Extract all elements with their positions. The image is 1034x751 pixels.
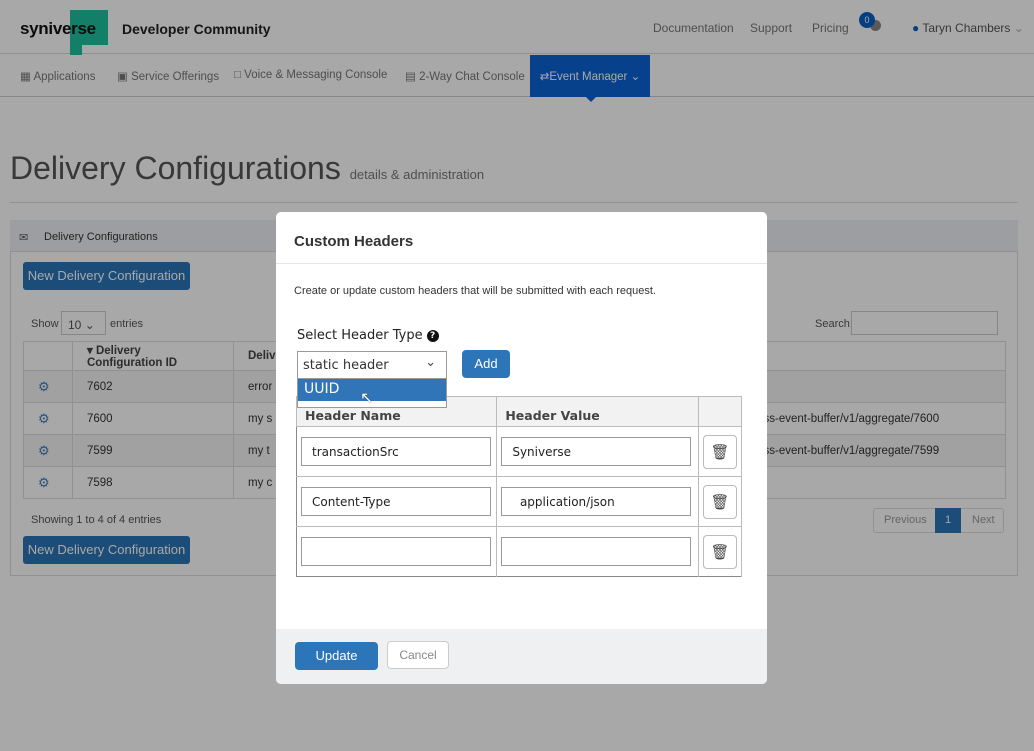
select-header-type-label: Select Header Type?: [297, 328, 439, 343]
help-icon[interactable]: ?: [426, 330, 439, 342]
header-name-input[interactable]: [301, 537, 491, 566]
headers-table: Header NameHeader Value 🗑 🗑 🗑: [295, 396, 742, 577]
trash-icon[interactable]: 🗑: [703, 534, 737, 569]
header-value-input[interactable]: [501, 537, 692, 566]
header-name-input[interactable]: [301, 437, 491, 466]
header-row: 🗑: [296, 426, 742, 477]
modal-description: Create or update custom headers that wil…: [294, 285, 656, 297]
cancel-button[interactable]: Cancel: [387, 641, 449, 669]
header-type-select[interactable]: static header ⌄: [297, 351, 447, 379]
custom-headers-modal: Custom Headers Create or update custom h…: [276, 212, 767, 684]
header-row: 🗑: [296, 476, 742, 527]
modal-title: Custom Headers: [294, 233, 414, 250]
divider: [276, 263, 767, 264]
trash-icon[interactable]: 🗑: [703, 434, 737, 469]
header-row: 🗑: [296, 526, 742, 577]
header-value-input[interactable]: [501, 437, 692, 466]
header-name-input[interactable]: [301, 487, 491, 516]
header-value-input[interactable]: [501, 487, 692, 516]
mouse-cursor-icon: ↖: [360, 390, 374, 407]
trash-icon[interactable]: 🗑: [703, 484, 737, 519]
add-button[interactable]: Add: [462, 350, 510, 378]
chevron-down-icon: ⌄: [425, 355, 436, 370]
col-header-value: Header Value: [496, 396, 699, 427]
update-button[interactable]: Update: [295, 642, 378, 670]
